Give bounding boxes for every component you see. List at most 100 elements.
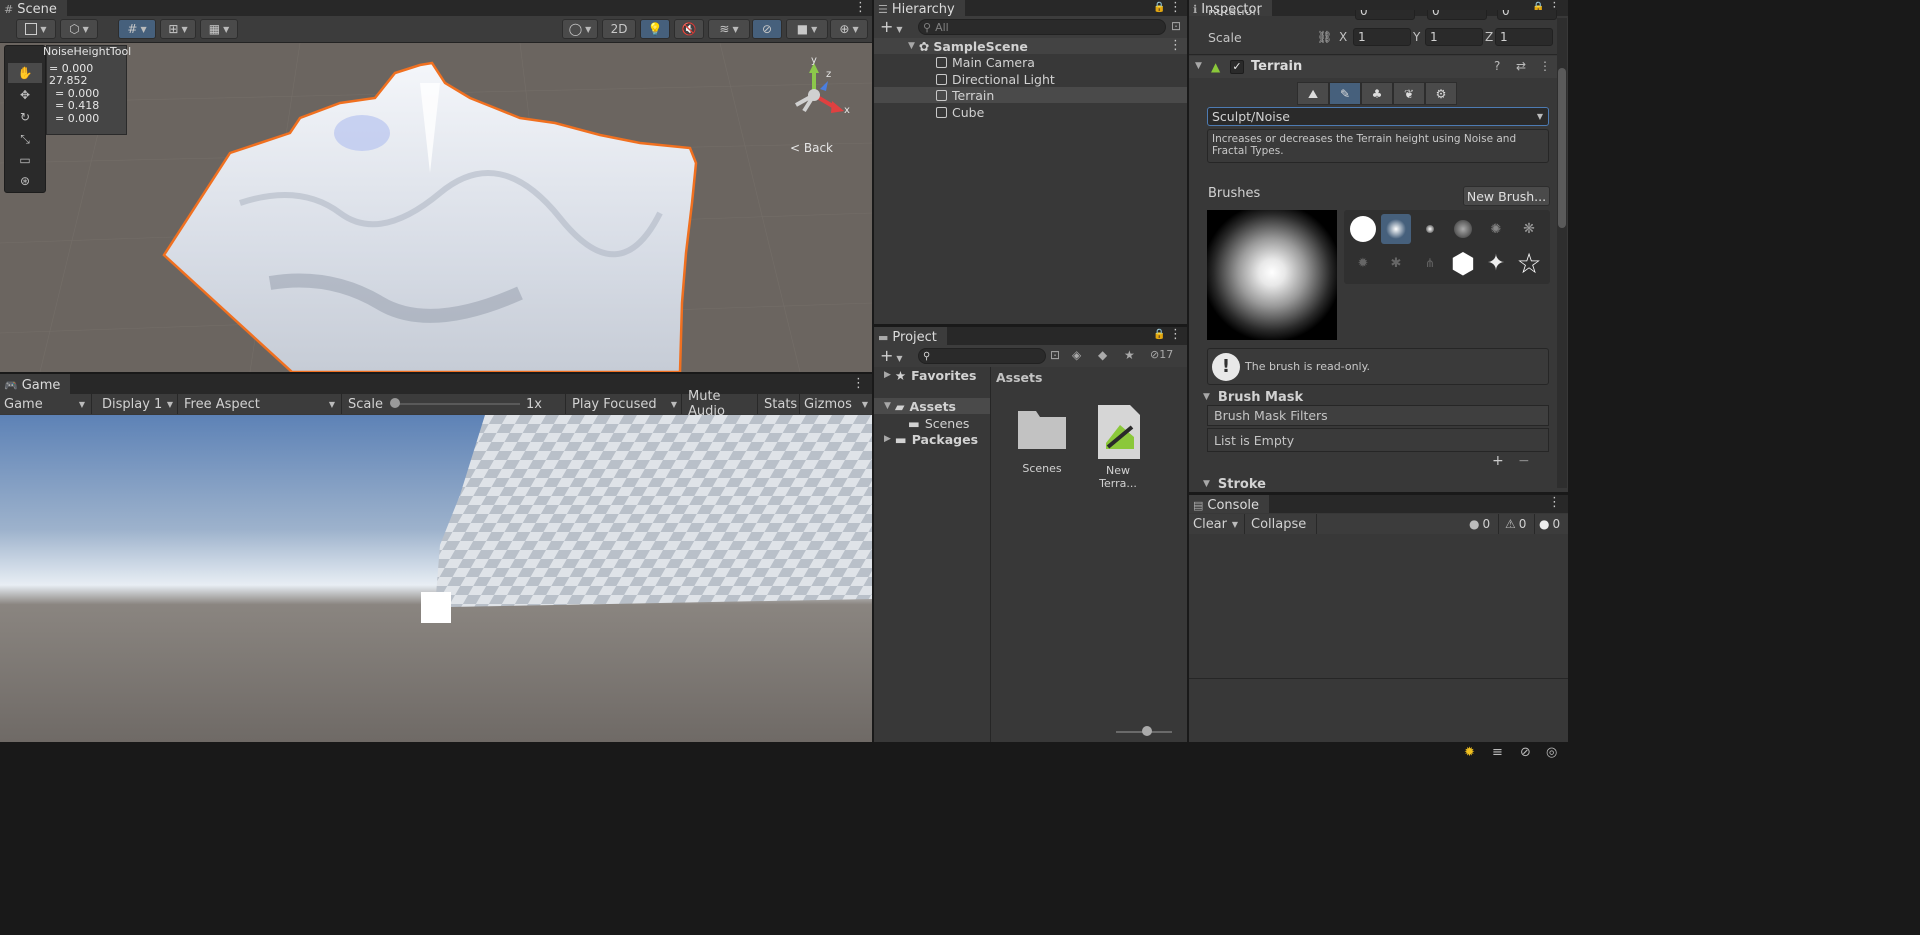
- asset-item[interactable]: Scenes: [1010, 403, 1074, 483]
- brush-star[interactable]: ☆: [1514, 247, 1544, 280]
- preset-icon[interactable]: ⇄: [1516, 59, 1526, 73]
- warning-count-toggle[interactable]: ⚠ 0: [1501, 514, 1535, 534]
- asset-item[interactable]: New Terra...: [1086, 403, 1150, 490]
- create-neighbor-tool-button[interactable]: ⛰: [1297, 82, 1329, 105]
- cache-server-icon[interactable]: ≡: [1492, 745, 1503, 760]
- terrain-component-header[interactable]: ▼ ▲ ✓ Terrain ? ⇄ ⋮: [1189, 56, 1559, 78]
- orientation-gizmo[interactable]: y z x: [776, 53, 856, 133]
- gizmos-button[interactable]: ⊕ ▼: [830, 19, 868, 39]
- console-menu-icon[interactable]: ⋮: [1548, 495, 1561, 511]
- brush-scatter[interactable]: ❋: [1514, 214, 1544, 244]
- label-tag-icon[interactable]: ◆: [1098, 348, 1107, 362]
- mute-audio-toggle[interactable]: Mute Audio: [684, 389, 758, 419]
- brush-noise-2[interactable]: ✱: [1381, 248, 1411, 278]
- scale-y-field[interactable]: 1: [1425, 28, 1483, 46]
- scale-tool-button[interactable]: ⤡: [8, 129, 42, 149]
- project-menu-icon[interactable]: ⋮: [1169, 327, 1182, 343]
- new-brush-button[interactable]: New Brush...: [1463, 186, 1550, 206]
- terrain-settings-tool-button[interactable]: ⚙: [1425, 82, 1457, 105]
- shading-mode-button[interactable]: ◯ ▼: [562, 19, 598, 39]
- grid-visibility-button[interactable]: ▦ ▼: [200, 19, 238, 39]
- favorite-star-icon[interactable]: ★: [1124, 348, 1135, 362]
- scale-x-field[interactable]: 1: [1353, 28, 1411, 46]
- clear-button[interactable]: Clear ▼: [1189, 514, 1245, 534]
- search-options-icon[interactable]: ⊡: [1171, 19, 1181, 33]
- tab-game[interactable]: 🎮 Game: [0, 374, 71, 394]
- tab-scene[interactable]: # Scene: [0, 0, 67, 17]
- brush-burst[interactable]: ✦: [1481, 248, 1511, 278]
- component-menu-icon[interactable]: ⋮: [1539, 59, 1551, 73]
- lock-icon[interactable]: 🔒: [1153, 327, 1165, 343]
- scale-slider[interactable]: Scale 1x: [344, 394, 566, 414]
- auto-generate-lighting-icon[interactable]: ✹: [1464, 745, 1475, 760]
- console-log-area[interactable]: [1189, 535, 1568, 679]
- brush-grass[interactable]: ⋔: [1415, 248, 1445, 278]
- transform-tool-button[interactable]: ⊛: [8, 171, 42, 191]
- network-off-icon[interactable]: ⊘: [1520, 745, 1531, 760]
- draw-mode-button[interactable]: ▼: [16, 19, 56, 39]
- help-icon[interactable]: ?: [1494, 59, 1500, 73]
- gizmos-dropdown[interactable]: Gizmos ▼: [800, 394, 872, 414]
- create-asset-button[interactable]: + ▼: [880, 346, 903, 365]
- aspect-dropdown[interactable]: Free Aspect ▼: [180, 394, 342, 414]
- terrain-tool-select[interactable]: Sculpt/Noise ▼: [1207, 107, 1549, 126]
- hierarchy-item[interactable]: Cube: [874, 104, 1187, 120]
- effects-button[interactable]: ≋ ▼: [708, 19, 750, 39]
- game-menu-icon[interactable]: ⋮: [852, 376, 865, 392]
- icon-size-slider-handle[interactable]: [1142, 726, 1152, 736]
- audio-toggle-button[interactable]: 🔇: [674, 19, 704, 39]
- paint-details-tool-button[interactable]: ❦: [1393, 82, 1425, 105]
- filter-type-icon[interactable]: ◈: [1072, 348, 1081, 362]
- brush-small-dot[interactable]: [1415, 214, 1445, 244]
- hierarchy-search-input[interactable]: ⚲ All: [918, 19, 1166, 35]
- scene-viewport[interactable]: ✋ ✥ ↻ ⤡ ▭ ⊛ NoiseHeightTool = 0.000 27.8…: [0, 43, 872, 372]
- remove-filter-button[interactable]: −: [1518, 453, 1530, 469]
- log-count-toggle[interactable]: ● 0: [1465, 514, 1499, 534]
- hierarchy-menu-icon[interactable]: ⋮: [1169, 0, 1182, 16]
- hidden-packages-toggle[interactable]: ⊘17: [1150, 348, 1173, 361]
- stats-toggle[interactable]: Stats: [760, 394, 800, 414]
- play-mode-dropdown[interactable]: Play Focused ▼: [568, 394, 682, 414]
- component-enabled-checkbox[interactable]: ✓: [1230, 60, 1244, 74]
- brush-cloud[interactable]: [1448, 214, 1478, 244]
- assets-row[interactable]: ▼ ▰ Assets: [874, 398, 990, 414]
- brush-soft-round[interactable]: [1381, 214, 1411, 244]
- paint-terrain-tool-button[interactable]: ✎: [1329, 82, 1361, 105]
- scene-root-row[interactable]: ▼ ✿ SampleScene ⋮: [874, 38, 1187, 54]
- scene-menu-icon[interactable]: ⋮: [854, 0, 867, 16]
- scale-slider-handle[interactable]: [390, 398, 400, 408]
- scale-z-field[interactable]: 1: [1495, 28, 1553, 46]
- lock-icon[interactable]: 🔒: [1153, 0, 1165, 16]
- hierarchy-item-selected[interactable]: Terrain: [874, 87, 1187, 103]
- scrollbar-thumb[interactable]: [1558, 68, 1566, 228]
- scenes-folder-row[interactable]: ▬ Scenes: [874, 415, 990, 431]
- collapse-icon[interactable]: ▼: [1195, 61, 1202, 71]
- camera-settings-button[interactable]: ■ ▼: [786, 19, 828, 39]
- paint-trees-tool-button[interactable]: ♣: [1361, 82, 1393, 105]
- rotation-y-field[interactable]: 0: [1427, 10, 1487, 20]
- brush-speckle[interactable]: ✺: [1481, 214, 1511, 244]
- brush-hard-round[interactable]: [1348, 214, 1378, 244]
- expand-icon[interactable]: ▼: [908, 41, 915, 51]
- error-count-toggle[interactable]: ● 0: [1535, 514, 1568, 534]
- tab-hierarchy[interactable]: ☰ Hierarchy: [874, 0, 965, 17]
- hierarchy-item[interactable]: Directional Light: [874, 71, 1187, 87]
- project-search-input[interactable]: ⚲: [918, 348, 1046, 364]
- scale-slider-track[interactable]: [394, 403, 520, 405]
- inspector-scrollbar[interactable]: [1557, 18, 1567, 488]
- search-by-type-icon[interactable]: ⊡: [1050, 348, 1060, 362]
- grid-snap-button[interactable]: # ▼: [118, 19, 156, 39]
- scene-row-menu-icon[interactable]: ⋮: [1169, 38, 1182, 54]
- rotation-z-field[interactable]: 0: [1497, 10, 1557, 20]
- brush-noise-1[interactable]: ✹: [1348, 248, 1378, 278]
- brush-hexagon[interactable]: ⬢: [1448, 247, 1478, 280]
- hierarchy-item[interactable]: Main Camera: [874, 54, 1187, 70]
- game-viewport[interactable]: [0, 415, 872, 742]
- rect-tool-button[interactable]: ▭: [8, 150, 42, 170]
- favorites-row[interactable]: ▶ ★ Favorites: [874, 367, 990, 383]
- collapse-toggle[interactable]: Collapse: [1247, 514, 1317, 534]
- scene-visibility-button[interactable]: ⊘: [752, 19, 782, 39]
- create-button[interactable]: + ▼: [880, 17, 903, 36]
- lighting-toggle-button[interactable]: 💡: [640, 19, 670, 39]
- rotate-tool-button[interactable]: ↻: [8, 107, 42, 127]
